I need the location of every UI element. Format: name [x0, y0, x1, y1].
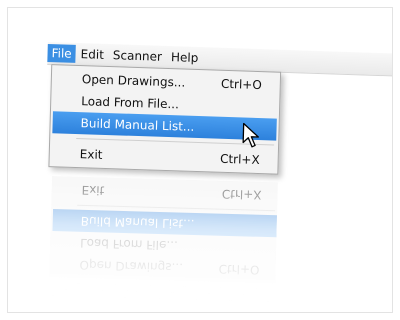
menu-edit[interactable]: Edit: [76, 45, 108, 64]
file-dropdown-menu: Open Drawings... Ctrl+O Load From File..…: [48, 64, 282, 175]
menu-item-label: Load From File...: [81, 94, 180, 112]
reflection-fade: [48, 176, 278, 303]
app-window: File Edit Scanner Help Open Drawings... …: [44, 38, 392, 190]
menu-item-shortcut: Ctrl+O: [220, 76, 262, 93]
mouse-pointer-icon: [242, 122, 259, 148]
menu-help[interactable]: Help: [167, 48, 203, 67]
menu-item-label: Exit: [79, 147, 103, 162]
menu-item-shortcut: Ctrl+X: [219, 151, 260, 168]
scene: File Edit Scanner Help Open Drawings... …: [8, 8, 392, 312]
menu-scanner[interactable]: Scanner: [109, 46, 167, 66]
screenshot-frame: File Edit Scanner Help Open Drawings... …: [7, 7, 393, 313]
menu-reflection: Open Drawings... Ctrl+O Load From File..…: [48, 176, 278, 303]
menu-file[interactable]: File: [47, 43, 76, 63]
menu-item-label: Build Manual List...: [80, 116, 195, 134]
